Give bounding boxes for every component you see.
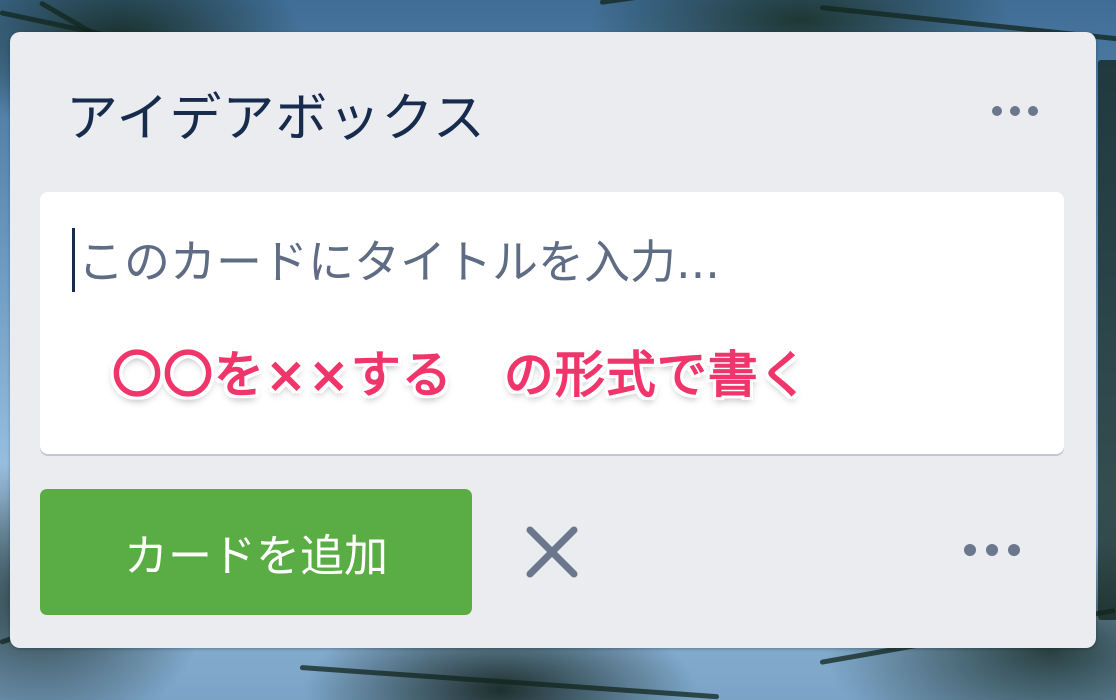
card-title-input[interactable] (78, 222, 1038, 302)
close-icon[interactable] (520, 520, 584, 584)
list-menu-icon[interactable] (992, 106, 1038, 116)
text-cursor (72, 228, 75, 292)
list-title[interactable]: アイデアボックス (66, 76, 486, 151)
add-card-button[interactable]: カードを追加 (40, 489, 472, 615)
instruction-annotation: 〇〇を××する の形式で書く (112, 346, 810, 404)
more-options-icon[interactable] (964, 544, 1020, 556)
